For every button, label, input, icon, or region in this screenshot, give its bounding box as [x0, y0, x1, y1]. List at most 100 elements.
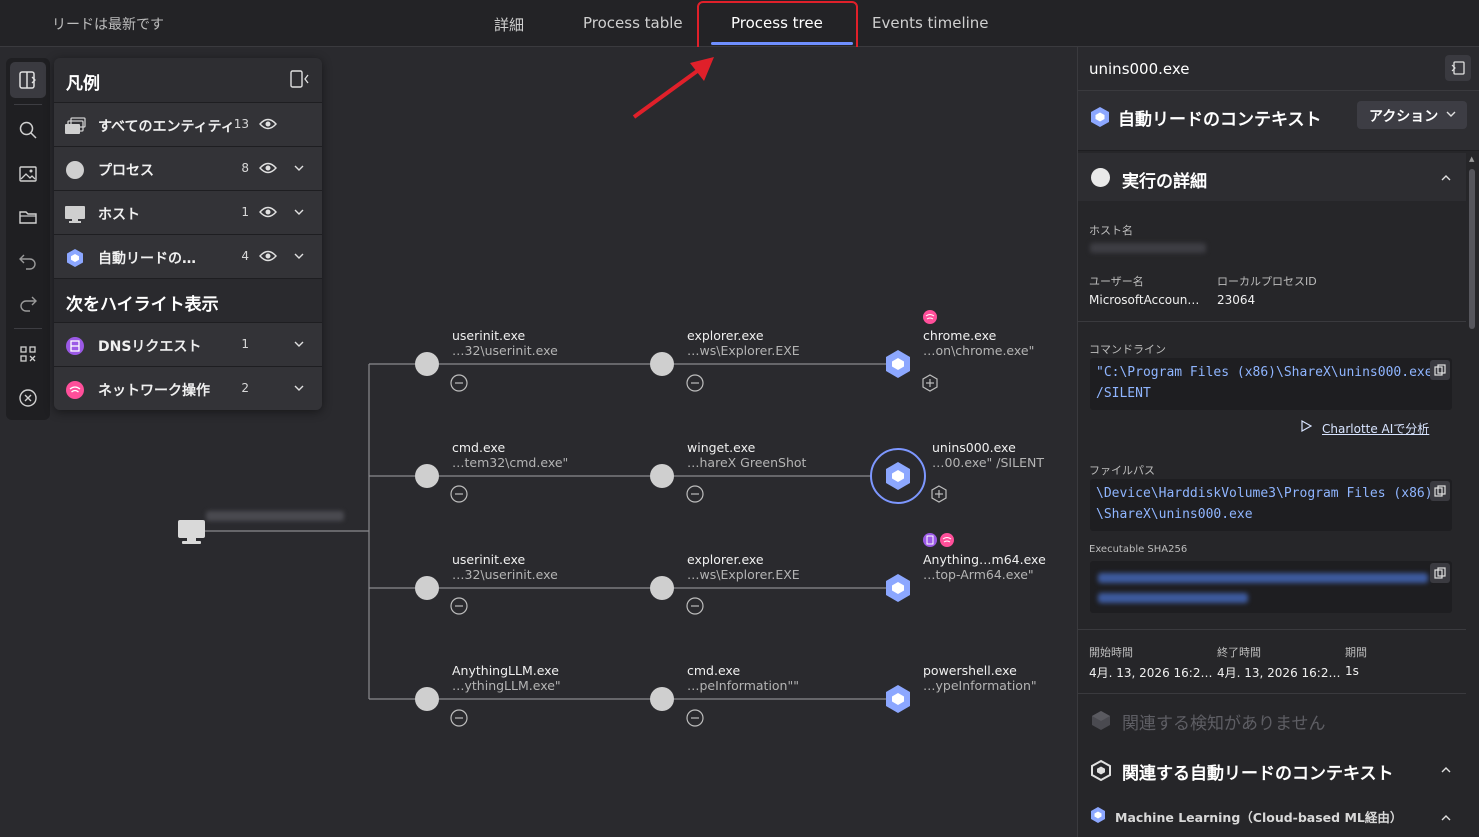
- dns-icon: [64, 335, 86, 357]
- image-export-icon[interactable]: [10, 156, 46, 192]
- user-name-value: MicrosoftAccoun…: [1089, 293, 1200, 307]
- chevron-up-icon[interactable]: [1440, 809, 1452, 828]
- hexagon-icon: [1090, 106, 1110, 132]
- machine-learning-label: Machine Learning（Cloud-based ML経由）: [1115, 810, 1403, 825]
- action-dropdown-button[interactable]: アクション: [1357, 101, 1467, 129]
- process-node[interactable]: [415, 576, 439, 600]
- node-label: unins000.exe …00.exe" /SILENT: [932, 440, 1044, 470]
- node-label: cmd.exe …peInformation"": [687, 663, 799, 693]
- node-label: powershell.exe …ypeInformation": [923, 663, 1037, 693]
- tab-events-timeline[interactable]: Events timeline: [872, 14, 989, 32]
- play-icon: [1300, 419, 1313, 435]
- chevron-down-icon[interactable]: [292, 248, 306, 267]
- legend-row-network[interactable]: ネットワーク操作 2: [54, 366, 322, 410]
- chevron-down-icon[interactable]: [292, 204, 306, 223]
- host-node-icon[interactable]: [178, 520, 205, 544]
- file-path-text: \ShareX\unins000.exe: [1096, 507, 1253, 522]
- node-label: userinit.exe …32\userinit.exe: [452, 328, 558, 358]
- legend-row-label: DNSリクエスト: [98, 339, 202, 355]
- start-time-value: 4月. 13, 2026 16:2…: [1089, 666, 1213, 680]
- eye-icon[interactable]: [259, 160, 277, 179]
- graph-toolbar: [6, 58, 50, 420]
- copy-icon[interactable]: [1430, 481, 1450, 501]
- process-node[interactable]: [415, 464, 439, 488]
- legend-row-host[interactable]: ホスト 1: [54, 190, 322, 234]
- legend-row-auto-lead[interactable]: 自動リードの… 4: [54, 234, 322, 278]
- details-scrollbar[interactable]: ▲: [1466, 153, 1478, 837]
- legend-row-count: 1: [241, 205, 249, 219]
- clear-icon[interactable]: [10, 380, 46, 416]
- chevron-down-icon[interactable]: [292, 160, 306, 179]
- hexagon-node-icon[interactable]: [886, 350, 910, 378]
- collapse-icon[interactable]: [686, 374, 704, 392]
- expand-icon[interactable]: [931, 485, 947, 503]
- scrollbar-thumb[interactable]: [1469, 169, 1475, 329]
- collapse-icon[interactable]: [450, 485, 468, 503]
- process-node[interactable]: [415, 687, 439, 711]
- collapse-panel-icon[interactable]: [290, 70, 310, 92]
- legend-row-label: すべてのエンティティ: [98, 119, 235, 135]
- command-line-text: /SILENT: [1096, 386, 1151, 401]
- eye-icon[interactable]: [259, 204, 277, 223]
- collapse-icon[interactable]: [686, 485, 704, 503]
- tab-details[interactable]: 詳細: [494, 14, 524, 35]
- process-node[interactable]: [650, 576, 674, 600]
- pid-value: 23064: [1217, 293, 1256, 307]
- process-node[interactable]: [650, 464, 674, 488]
- eye-icon[interactable]: [259, 248, 277, 267]
- charlotte-ai-analyze-link[interactable]: Charlotte AIで分析: [1301, 419, 1429, 437]
- highlight-title: 次をハイライト表示: [66, 295, 219, 315]
- eye-icon[interactable]: [259, 116, 277, 135]
- collapse-icon[interactable]: [686, 709, 704, 727]
- legend-row-label: 自動リードの…: [98, 251, 196, 267]
- execution-details-title: 実行の詳細: [1122, 172, 1207, 192]
- chevron-down-icon[interactable]: [292, 380, 306, 399]
- legend-row-count: 2: [241, 381, 249, 395]
- execution-details-header[interactable]: 実行の詳細: [1078, 153, 1466, 201]
- duration-value: 1s: [1345, 664, 1359, 678]
- collapse-icon[interactable]: [686, 597, 704, 615]
- legend-toggle-icon[interactable]: [10, 62, 46, 98]
- selected-hexagon-node-icon[interactable]: [870, 448, 926, 504]
- action-label: アクション: [1369, 109, 1439, 125]
- undo-icon[interactable]: [10, 242, 46, 278]
- process-node[interactable]: [415, 352, 439, 376]
- collapse-icon[interactable]: [450, 709, 468, 727]
- chevron-up-icon[interactable]: [1440, 761, 1452, 780]
- dns-badge-icon: [923, 533, 937, 547]
- legend-row-process[interactable]: プロセス 8: [54, 146, 322, 190]
- fit-selection-icon[interactable]: [10, 336, 46, 372]
- search-icon[interactable]: [10, 112, 46, 148]
- network-badge-icon: [940, 533, 954, 547]
- collapse-panel-icon[interactable]: [1445, 55, 1471, 81]
- hexagon-node-icon[interactable]: [886, 574, 910, 602]
- collapse-icon[interactable]: [450, 374, 468, 392]
- redo-icon[interactable]: [10, 284, 46, 320]
- collapse-icon[interactable]: [450, 597, 468, 615]
- host-name-redacted: [206, 511, 344, 521]
- copy-icon[interactable]: [1430, 563, 1450, 583]
- folder-icon[interactable]: [10, 199, 46, 235]
- network-icon: [64, 379, 86, 401]
- legend-row-dns[interactable]: DNSリクエスト 1: [54, 322, 322, 366]
- legend-panel: 凡例 すべてのエンティティ 13 プロセス 8 ホスト 1 自動リードの… 4 …: [54, 58, 322, 410]
- details-panel-title: unins000.exe: [1089, 60, 1190, 78]
- node-label: AnythingLLM.exe …ythingLLM.exe": [452, 663, 561, 693]
- legend-title: 凡例: [66, 74, 100, 94]
- duration-label: 期間: [1345, 646, 1367, 659]
- hexagon-icon: [64, 247, 86, 269]
- related-context-header[interactable]: 関連する自動リードのコンテキスト: [1078, 747, 1466, 791]
- chevron-down-icon[interactable]: [292, 336, 306, 355]
- tab-process-table[interactable]: Process table: [583, 14, 683, 32]
- legend-row-all-entities[interactable]: すべてのエンティティ 13: [54, 102, 322, 146]
- expand-icon[interactable]: [922, 374, 938, 392]
- process-node[interactable]: [650, 687, 674, 711]
- chevron-up-icon[interactable]: [1440, 169, 1452, 188]
- hexagon-node-icon[interactable]: [886, 685, 910, 713]
- legend-row-count: 8: [241, 161, 249, 175]
- node-label: winget.exe …hareX GreenShot: [687, 440, 807, 470]
- machine-learning-row[interactable]: Machine Learning（Cloud-based ML経由）: [1078, 799, 1466, 833]
- legend-row-label: ネットワーク操作: [98, 383, 210, 399]
- process-node[interactable]: [650, 352, 674, 376]
- copy-icon[interactable]: [1430, 360, 1450, 380]
